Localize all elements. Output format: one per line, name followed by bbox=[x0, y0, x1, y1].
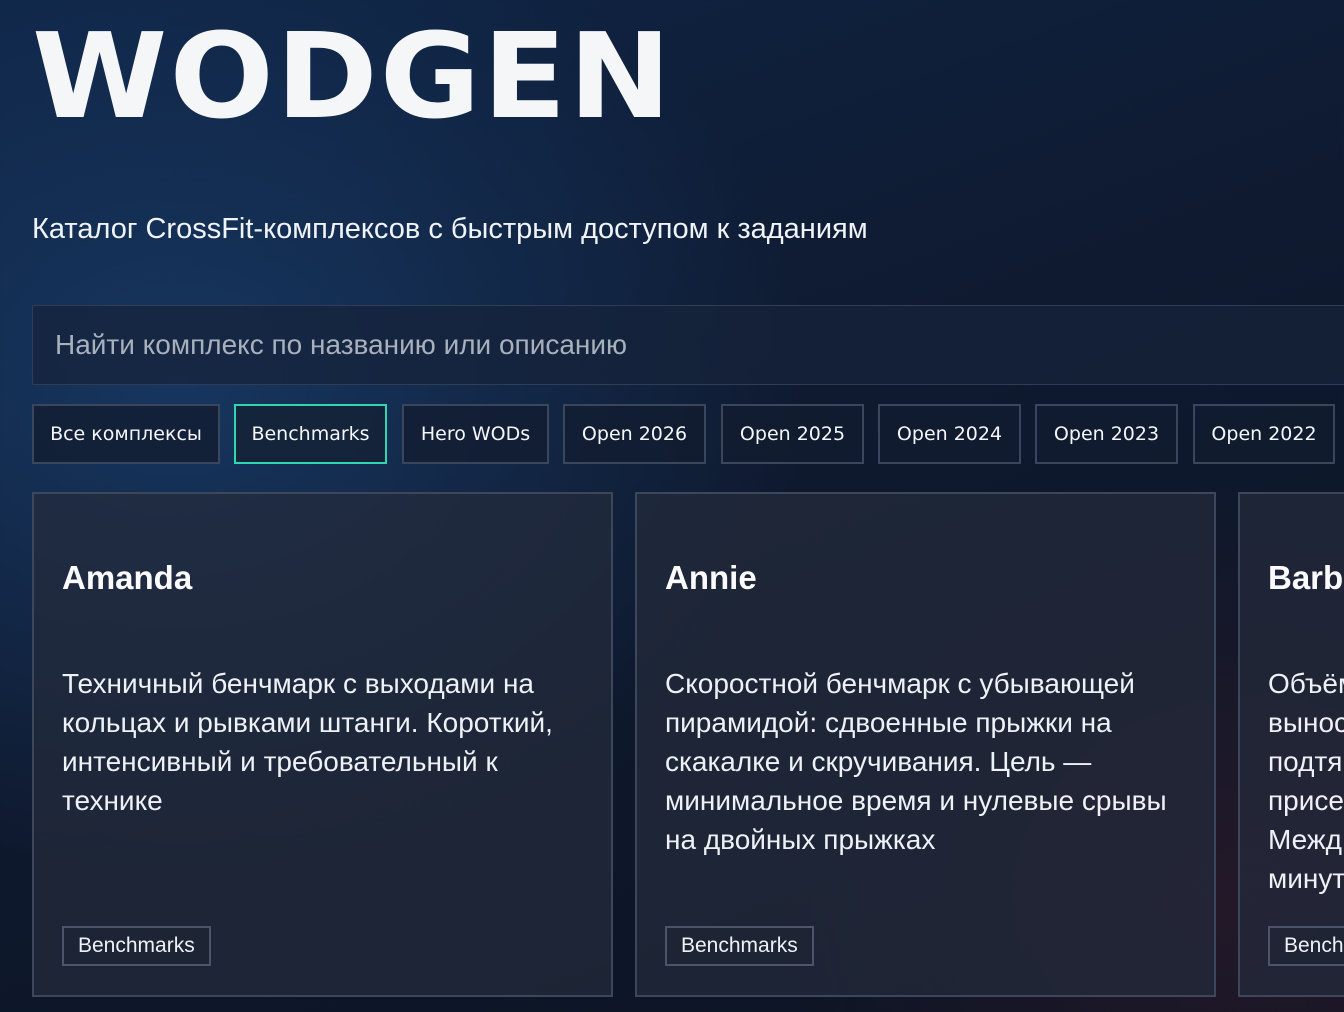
filter-open-2022[interactable]: Open 2022 bbox=[1193, 404, 1335, 464]
logo: WODGEN bbox=[32, 7, 674, 145]
search-box bbox=[32, 305, 1344, 385]
filter-open-2026[interactable]: Open 2026 bbox=[563, 404, 706, 464]
filter-open-2024[interactable]: Open 2024 bbox=[878, 404, 1021, 464]
filter-bar: Все комплексы Benchmarks Hero WODs Open … bbox=[32, 404, 1344, 464]
card-description: Объём выносл подтя присе Межд минут bbox=[1268, 668, 1344, 894]
filter-open-2025[interactable]: Open 2025 bbox=[721, 404, 864, 464]
card-title: Amanda bbox=[62, 559, 193, 596]
card-category-tag: Benchmarks bbox=[665, 926, 814, 966]
filter-hero-wods[interactable]: Hero WODs bbox=[402, 404, 549, 464]
wod-card-annie[interactable]: Annie Скоростной бенчмарк с убывающей пи… bbox=[635, 492, 1216, 997]
filter-open-2023[interactable]: Open 2023 bbox=[1035, 404, 1178, 464]
filter-benchmarks[interactable]: Benchmarks bbox=[234, 404, 387, 464]
card-title: Annie bbox=[665, 559, 757, 596]
card-title: Barba bbox=[1268, 559, 1344, 596]
card-category-tag: Benchmarks bbox=[62, 926, 211, 966]
card-description: Скоростной бенчмарк с убывающей пирамидо… bbox=[665, 668, 1167, 855]
search-input[interactable] bbox=[33, 306, 1344, 384]
wod-card-barbara[interactable]: Barba Объём выносл подтя присе Межд мину… bbox=[1238, 492, 1344, 997]
card-category-tag: Bench bbox=[1268, 926, 1344, 966]
page-subtitle: Каталог CrossFit-комплексов с быстрым до… bbox=[32, 213, 868, 245]
card-description: Техничный бенчмарк с выходами на кольцах… bbox=[62, 668, 553, 816]
filter-all[interactable]: Все комплексы bbox=[32, 404, 220, 464]
wod-card-amanda[interactable]: Amanda Техничный бенчмарк с выходами на … bbox=[32, 492, 613, 997]
